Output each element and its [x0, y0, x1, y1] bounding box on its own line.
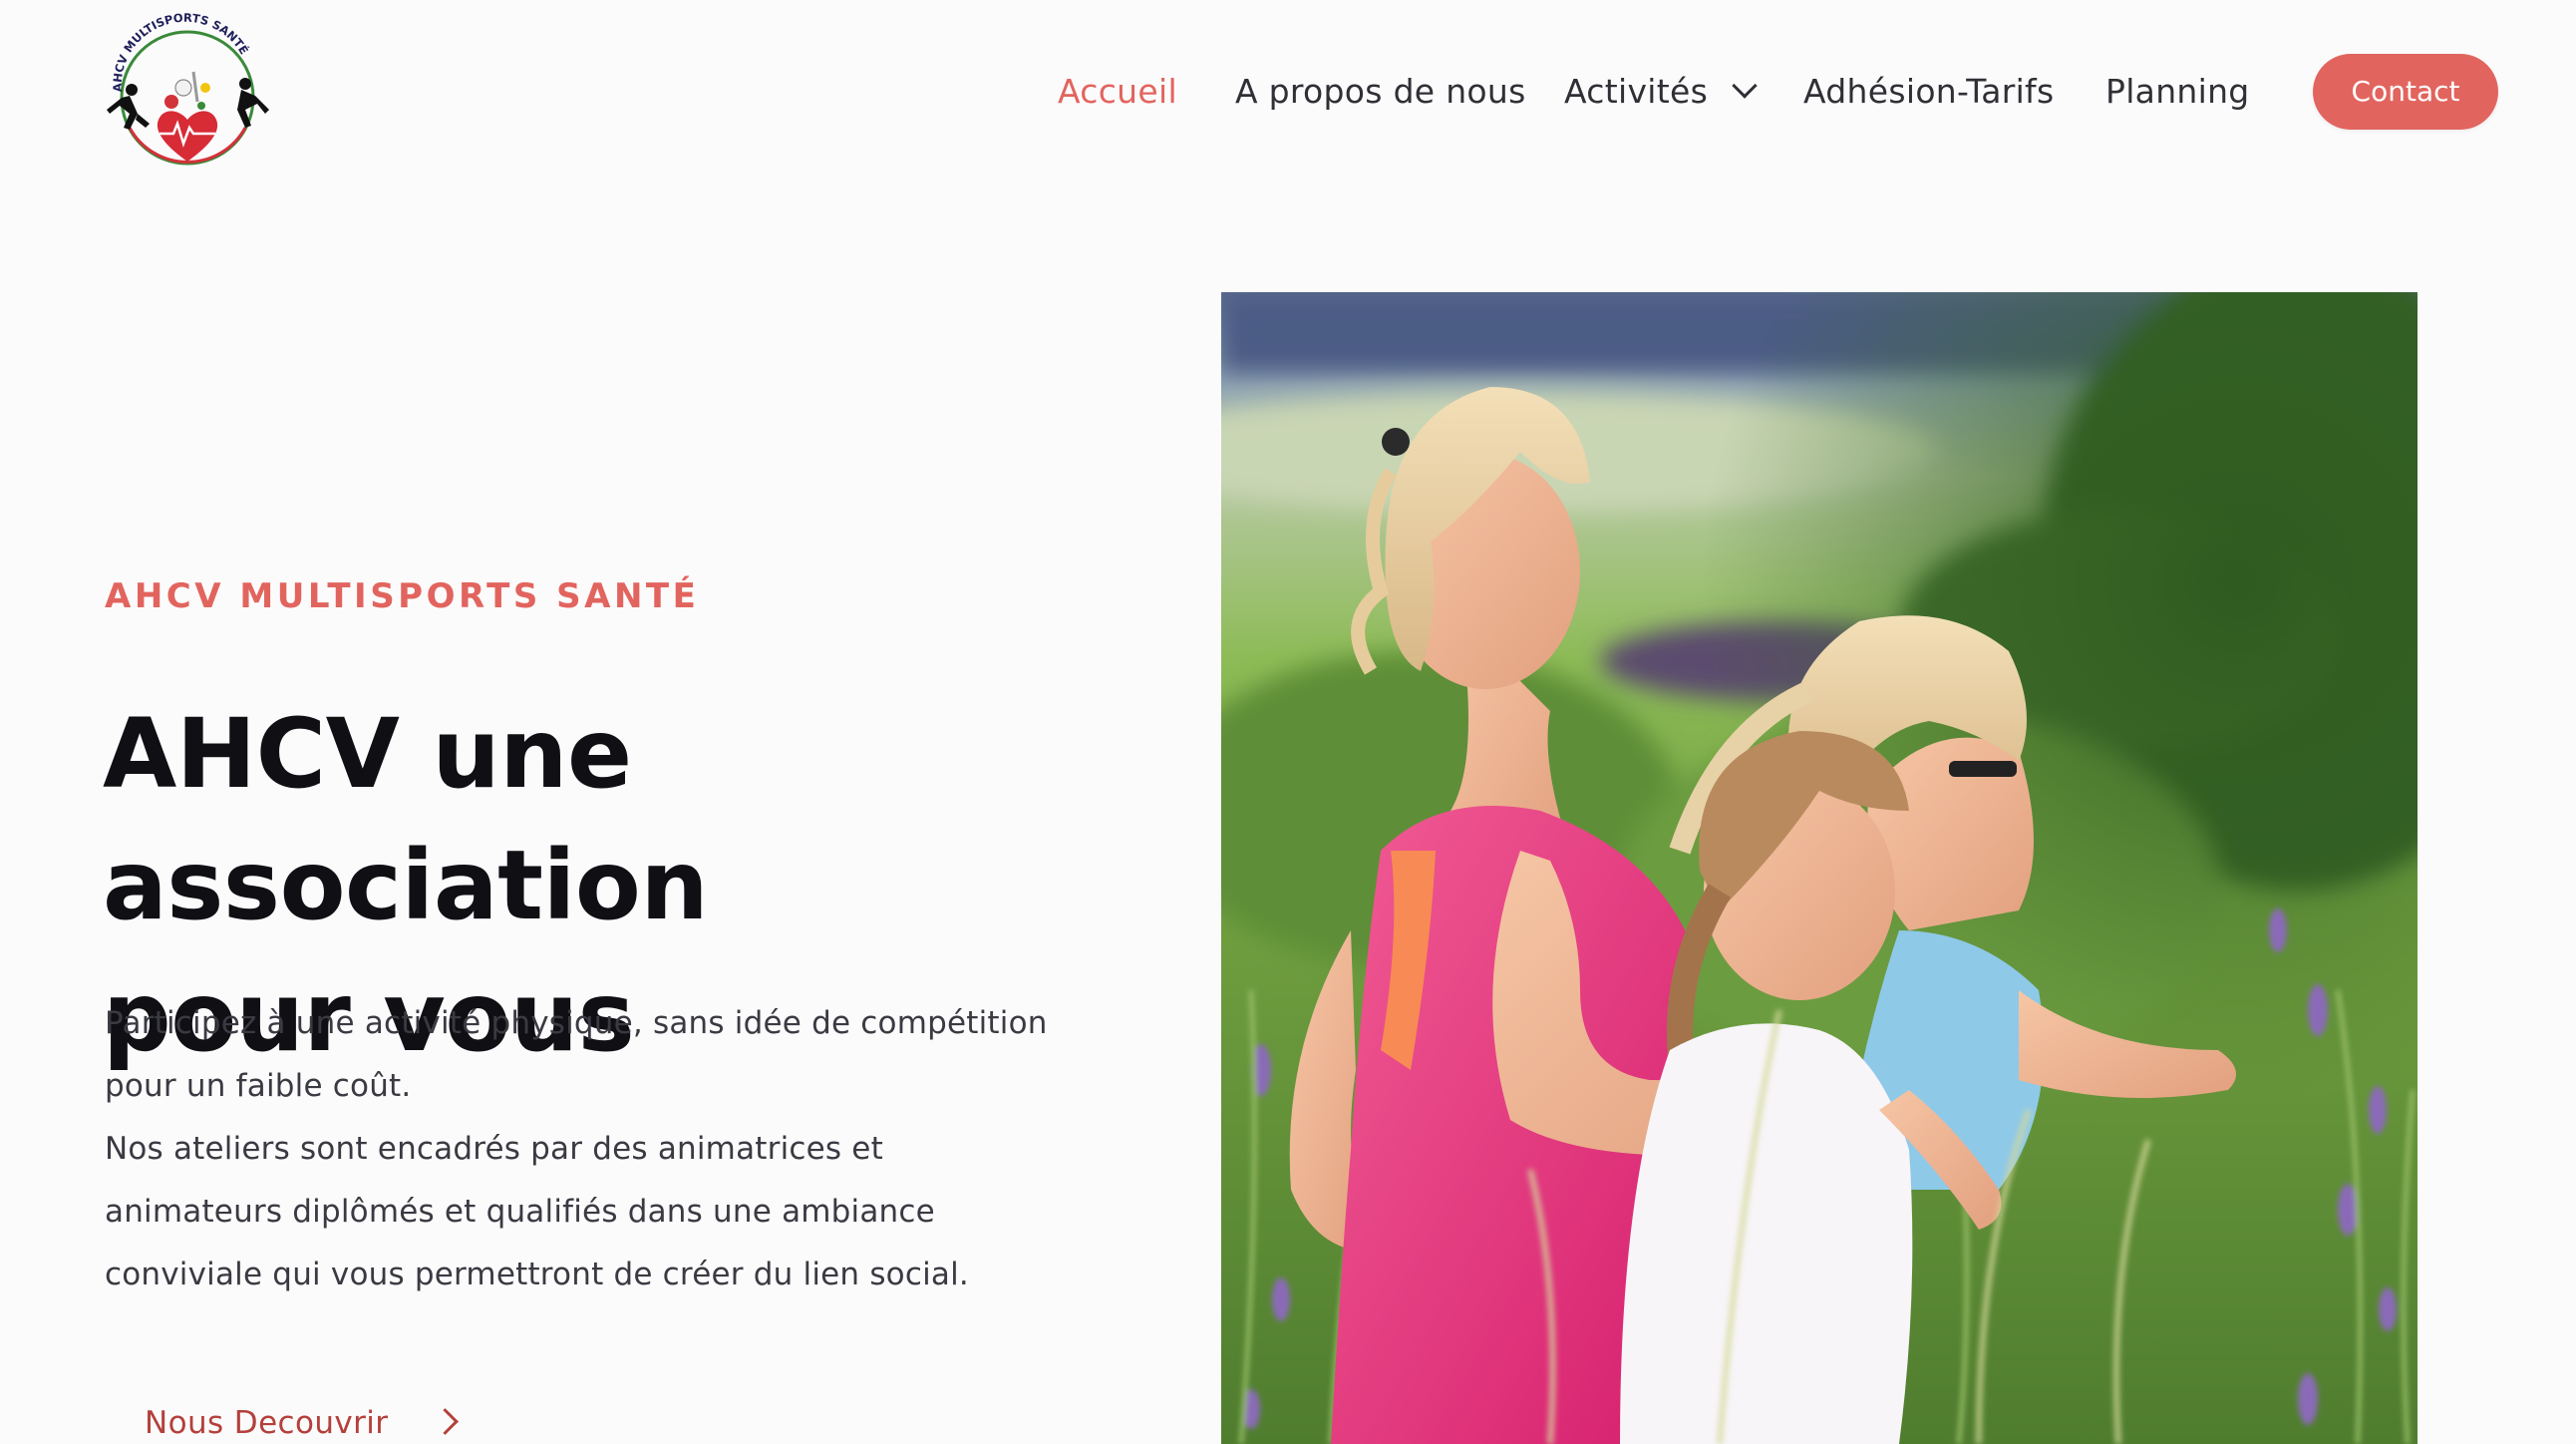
- hero-description-line: Participez à une activité physique, sans…: [105, 1005, 1048, 1041]
- nav-item-adhesion-tarifs[interactable]: Adhésion-Tarifs: [1803, 62, 2054, 122]
- page: AHCV MULTISPORTS SANTÉ Accueil A propos …: [0, 0, 2576, 1444]
- nav-item-activites-label: Activités: [1564, 72, 1709, 111]
- hero-image: [1221, 292, 2417, 1444]
- site-logo[interactable]: AHCV MULTISPORTS SANTÉ: [100, 10, 274, 175]
- hero-description: Participez à une activité physique, sans…: [105, 992, 1062, 1306]
- nav-item-accueil[interactable]: Accueil: [1058, 62, 1177, 122]
- chevron-right-icon: [432, 1408, 460, 1435]
- hero-description-line: conviviale qui vous permettront de créer…: [105, 1257, 969, 1292]
- nav-item-activites[interactable]: Activités: [1564, 62, 1758, 122]
- heart-athletes-logo-icon: AHCV MULTISPORTS SANTÉ: [107, 11, 269, 166]
- hero-title-line-1: AHCV une association: [103, 698, 709, 941]
- hero-description-line: animateurs diplômés et qualifiés dans un…: [105, 1194, 935, 1230]
- hero-eyebrow: AHCV MULTISPORTS SANTÉ: [105, 576, 700, 616]
- hero-description-line: pour un faible coût.: [105, 1068, 412, 1104]
- contact-button[interactable]: Contact: [2313, 54, 2498, 130]
- chevron-down-icon: [1732, 73, 1758, 99]
- nous-decouvrir-label: Nous Decouvrir: [145, 1405, 389, 1441]
- nav-item-planning[interactable]: Planning: [2105, 62, 2250, 122]
- nous-decouvrir-link[interactable]: Nous Decouvrir: [145, 1398, 460, 1444]
- hero-description-line: Nos ateliers sont encadrés par des anima…: [105, 1131, 883, 1167]
- nav-item-a-propos[interactable]: A propos de nous: [1235, 62, 1526, 122]
